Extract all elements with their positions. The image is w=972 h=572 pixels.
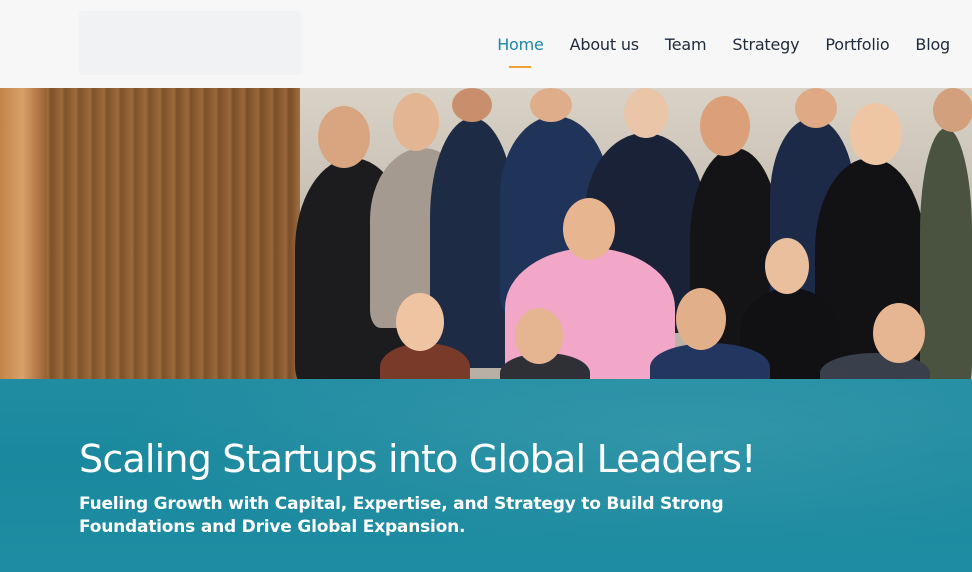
nav-strategy[interactable]: Strategy bbox=[732, 35, 799, 54]
person-head bbox=[393, 93, 439, 151]
hero-team-photo bbox=[0, 88, 972, 379]
main-nav: Home About us Team Strategy Portfolio Bl… bbox=[471, 32, 950, 68]
wood-wall bbox=[0, 88, 300, 379]
person-head bbox=[396, 293, 444, 351]
person-head bbox=[530, 88, 572, 122]
hero-title: Scaling Startups into Global Leaders! bbox=[79, 437, 756, 481]
nav-home[interactable]: Home bbox=[497, 35, 544, 68]
person-head bbox=[765, 238, 809, 294]
site-header: Home About us Team Strategy Portfolio Bl… bbox=[0, 0, 972, 88]
hero-subtitle: Fueling Growth with Capital, Expertise, … bbox=[79, 494, 724, 537]
person-head bbox=[933, 88, 972, 132]
person-head bbox=[676, 288, 726, 350]
nav-blog[interactable]: Blog bbox=[915, 35, 950, 54]
person-head bbox=[318, 106, 370, 168]
nav-about-us[interactable]: About us bbox=[570, 35, 639, 54]
person-head bbox=[700, 96, 750, 156]
site-logo[interactable] bbox=[79, 11, 301, 75]
person-silhouette bbox=[920, 128, 972, 379]
person-head bbox=[515, 308, 563, 364]
person-head bbox=[850, 103, 902, 165]
wood-edge bbox=[0, 88, 45, 379]
nav-team[interactable]: Team bbox=[665, 35, 707, 54]
person-head bbox=[563, 198, 615, 260]
person-head bbox=[795, 88, 837, 128]
person-head bbox=[452, 88, 492, 122]
person-head bbox=[624, 88, 668, 138]
nav-portfolio[interactable]: Portfolio bbox=[825, 35, 889, 54]
person-head bbox=[873, 303, 925, 363]
